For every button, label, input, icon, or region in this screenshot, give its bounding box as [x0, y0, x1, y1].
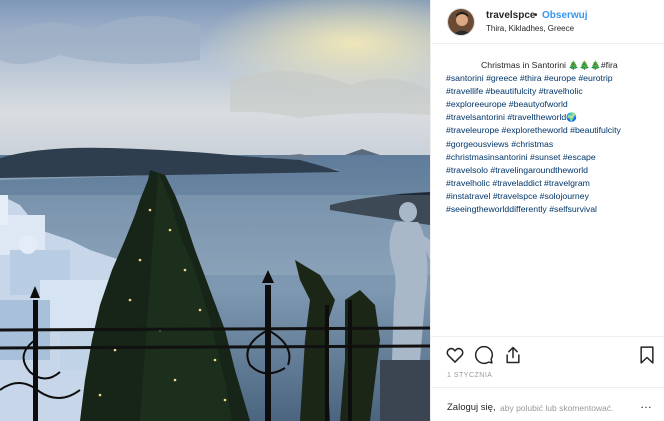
location-link[interactable]: Thira, Kikladhes, Greece — [486, 24, 574, 33]
instagram-post: travelspce • Obserwuj Thira, Kikladhes, … — [0, 0, 664, 421]
hashtag-line[interactable]: #travelholic #traveladdict #travelgram — [446, 177, 660, 190]
post-caption: Christmas in Santorini 🎄🎄🎄#fira #santori… — [446, 59, 660, 216]
comment-icon[interactable] — [474, 345, 494, 365]
separator-dot: • — [534, 10, 538, 21]
username-link[interactable]: travelspce — [486, 10, 535, 21]
hashtag-line[interactable]: #gorgeousviews #christmas — [446, 138, 660, 151]
hashtag-line[interactable]: #seeingtheworlddifferently #selfsurvival — [446, 203, 660, 216]
comment-footer: Zaloguj się, aby polubić lub skomentować… — [431, 387, 664, 421]
follow-button[interactable]: Obserwuj — [542, 10, 588, 21]
post-side-panel: travelspce • Obserwuj Thira, Kikladhes, … — [430, 0, 664, 421]
login-prompt-text: aby polubić lub skomentować. — [500, 403, 614, 413]
heart-icon[interactable] — [445, 345, 465, 365]
hashtag-line[interactable]: #christmasinsantorini #sunset #escape — [446, 151, 660, 164]
hashtag-line[interactable]: #santorini #greece #thira #europe #eurot… — [446, 72, 660, 85]
avatar-image — [448, 9, 474, 35]
post-photo[interactable] — [0, 0, 430, 421]
login-link[interactable]: Zaloguj się, — [447, 402, 496, 413]
caption-title: Christmas in Santorini 🎄🎄🎄#fira — [481, 60, 618, 70]
hashtag-line[interactable]: #travelsantorini #traveltheworld🌍 — [446, 111, 660, 124]
hashtag-line[interactable]: #travellife #beautifulcity #travelholic — [446, 85, 660, 98]
hashtag-line[interactable]: #instatravel #travelspce #solojourney — [446, 190, 660, 203]
hashtag-line[interactable]: #travelsolo #travelingaroundtheworld — [446, 164, 660, 177]
bookmark-icon[interactable] — [637, 345, 657, 365]
share-icon[interactable] — [503, 345, 523, 365]
avatar[interactable] — [447, 8, 475, 36]
hashtag-line[interactable]: #exploreeurope #beautyofworld — [446, 98, 660, 111]
post-header: travelspce • Obserwuj Thira, Kikladhes, … — [431, 0, 664, 44]
santorini-photo — [0, 0, 430, 421]
more-options-button[interactable]: … — [640, 397, 653, 411]
hashtag-line[interactable]: #traveleurope #exploretheworld #beautifu… — [446, 124, 660, 137]
post-actions — [431, 336, 664, 372]
post-date[interactable]: 1 STYCZNIA — [447, 372, 492, 379]
